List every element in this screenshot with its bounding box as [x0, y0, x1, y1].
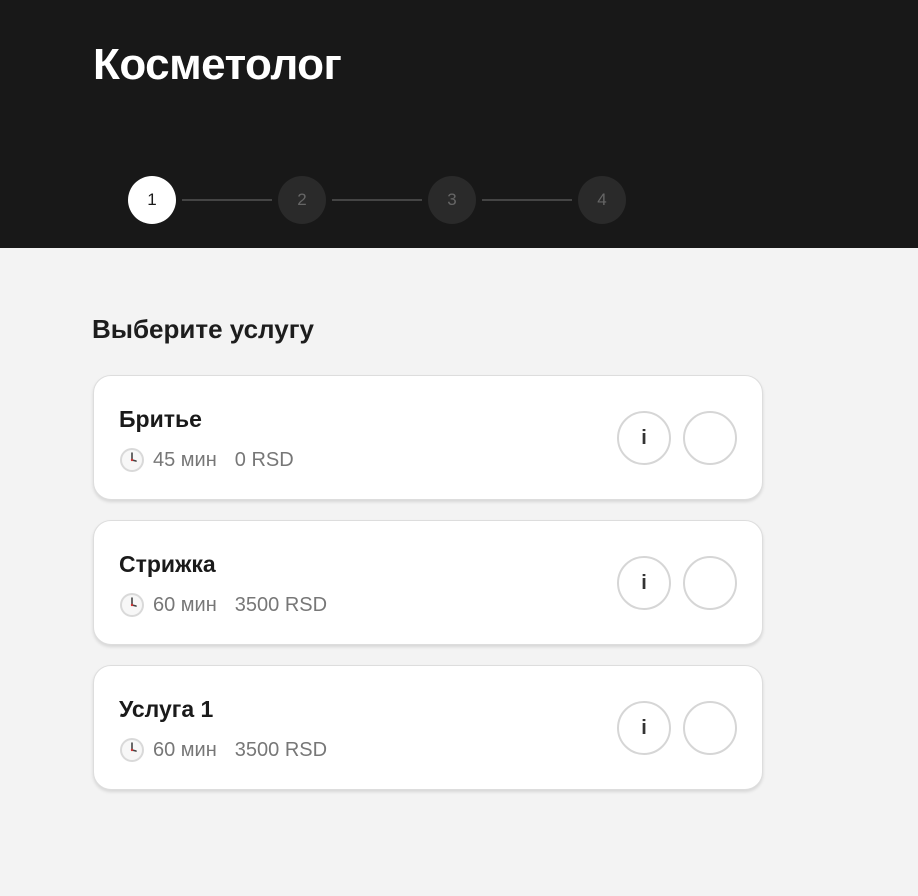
- service-price: 0 RSD: [234, 449, 294, 471]
- stepper: 1 2 3 4: [128, 176, 626, 224]
- select-service-button[interactable]: [683, 701, 737, 755]
- service-duration: 60 мин: [153, 594, 217, 616]
- service-list: Бритье 45 мин 0 RSD i Стрижка 60 мин 350…: [93, 375, 763, 810]
- service-card[interactable]: Услуга 1 60 мин 3500 RSD i: [93, 665, 763, 790]
- service-meta: 60 мин 3500 RSD: [119, 736, 327, 764]
- service-price: 3500 RSD: [234, 739, 328, 761]
- step-3[interactable]: 3: [428, 176, 476, 224]
- service-name: Услуга 1: [119, 696, 214, 722]
- step-connector: [482, 199, 572, 201]
- page-title: Косметолог: [93, 40, 342, 89]
- step-connector: [182, 199, 272, 201]
- service-duration: 60 мин: [153, 739, 217, 761]
- clock-icon: [120, 448, 144, 472]
- info-button[interactable]: i: [617, 701, 671, 755]
- step-connector: [332, 199, 422, 201]
- select-service-button[interactable]: [683, 556, 737, 610]
- select-service-button[interactable]: [683, 411, 737, 465]
- clock-icon: [120, 593, 144, 617]
- service-card[interactable]: Бритье 45 мин 0 RSD i: [93, 375, 763, 500]
- service-card[interactable]: Стрижка 60 мин 3500 RSD i: [93, 520, 763, 645]
- service-name: Стрижка: [119, 551, 216, 577]
- section-title: Выберите услугу: [92, 314, 314, 344]
- clock-icon: [120, 738, 144, 762]
- info-button[interactable]: i: [617, 411, 671, 465]
- service-duration: 45 мин: [153, 449, 217, 471]
- service-name: Бритье: [119, 406, 202, 432]
- header-bar: Косметолог 1 2 3 4: [0, 0, 918, 248]
- step-1[interactable]: 1: [128, 176, 176, 224]
- info-button[interactable]: i: [617, 556, 671, 610]
- service-price: 3500 RSD: [234, 594, 328, 616]
- step-2[interactable]: 2: [278, 176, 326, 224]
- step-4[interactable]: 4: [578, 176, 626, 224]
- service-meta: 45 мин 0 RSD: [119, 446, 294, 474]
- service-meta: 60 мин 3500 RSD: [119, 591, 327, 619]
